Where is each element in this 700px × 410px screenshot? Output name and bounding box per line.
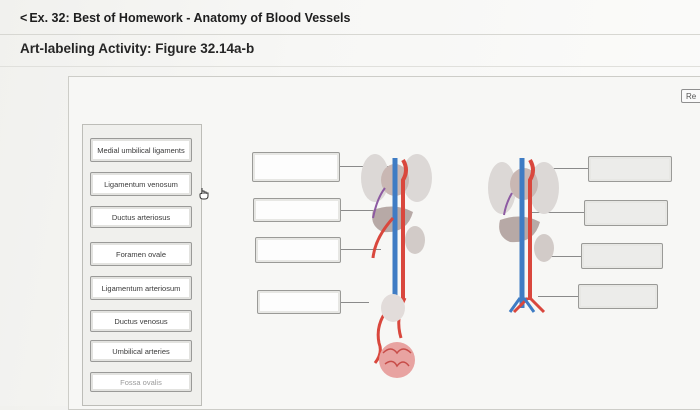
activity-title: Art-labeling Activity: Figure 32.14a-b: [20, 41, 255, 56]
drag-label-ductus-arteriosus[interactable]: Ductus arteriosus: [90, 206, 192, 228]
fetal-circulation-figure: [361, 154, 432, 378]
back-link[interactable]: < Ex. 32: Best of Homework - Anatomy of B…: [20, 11, 350, 25]
drop-target-8[interactable]: [578, 284, 658, 309]
back-link-text: Ex. 32: Best of Homework - Anatomy of Bl…: [29, 11, 351, 25]
reset-button[interactable]: Re: [681, 89, 700, 103]
top-bar: < Ex. 32: Best of Homework - Anatomy of B…: [0, 0, 700, 34]
drop-target-5[interactable]: [588, 156, 672, 182]
divider: [0, 34, 700, 35]
drop-target-4[interactable]: [257, 290, 341, 314]
hand-pointer-icon: [199, 188, 209, 200]
drop-target-2[interactable]: [253, 198, 341, 222]
drag-label-ductus-venosus[interactable]: Ductus venosus: [90, 310, 192, 332]
drag-label-ligamentum-venosum[interactable]: Ligamentum venosum: [90, 172, 192, 196]
drop-target-1[interactable]: [252, 152, 340, 182]
drag-label-medial-umbilical-ligaments[interactable]: Medial umbilical ligaments: [90, 138, 192, 162]
chevron-left-icon: <: [20, 11, 28, 25]
adult-circulation-figure: [488, 158, 559, 314]
drop-target-6[interactable]: [584, 200, 668, 226]
drag-label-ligamentum-arteriosum[interactable]: Ligamentum arteriosum: [90, 276, 192, 300]
drop-target-3[interactable]: [255, 237, 341, 263]
drop-target-7[interactable]: [581, 243, 663, 269]
drag-label-umbilical-arteries[interactable]: Umbilical arteries: [90, 340, 192, 362]
divider: [0, 66, 700, 67]
drag-label-fossa-ovalis[interactable]: Fossa ovalis: [90, 372, 192, 392]
drag-label-foramen-ovale[interactable]: Foramen ovale: [90, 242, 192, 266]
